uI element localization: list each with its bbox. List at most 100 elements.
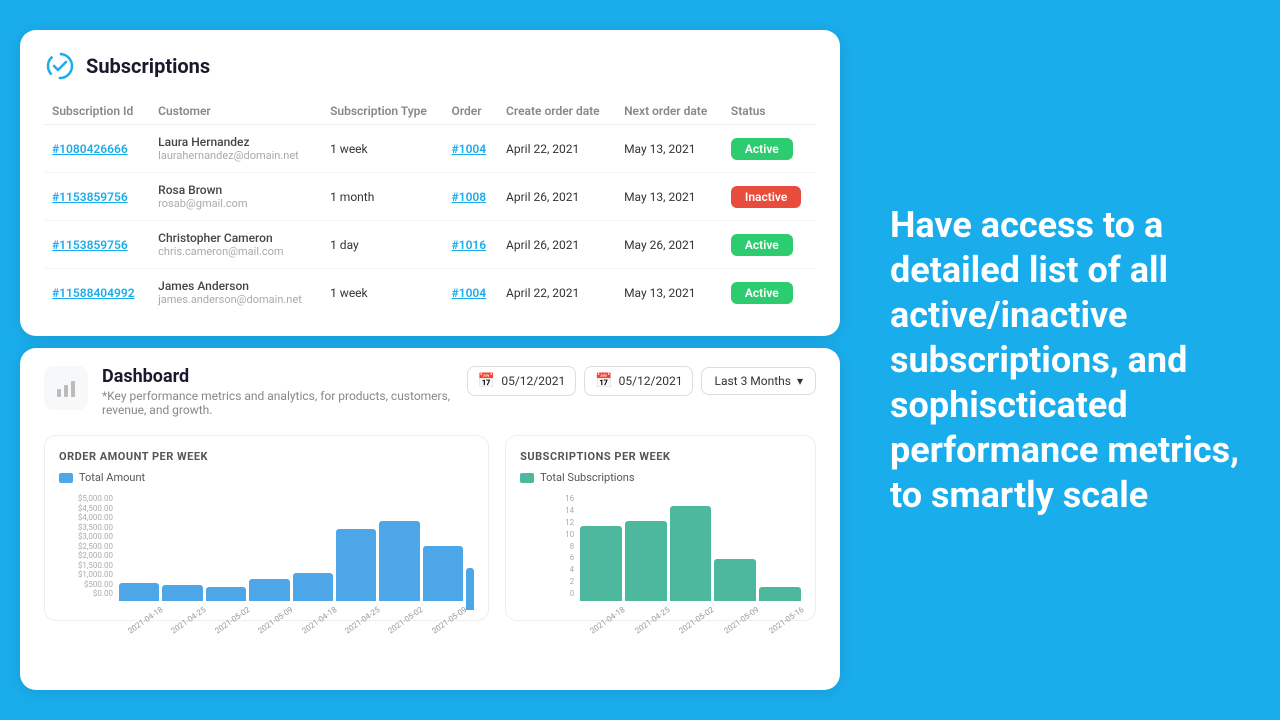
order-legend-label: Total Amount [79,471,145,484]
bar [379,521,419,601]
range-selector[interactable]: Last 3 Months ▾ [701,367,816,395]
bar-group: 2021-04-18 [580,526,622,614]
sub-type: 1 week [322,269,443,317]
bar-group: 2021-05-09 [714,559,756,614]
order-chart-area: $5,000.00$4,500.00$4,000.00$3,500.00$3,0… [59,494,474,614]
next-date: May 13, 2021 [616,125,723,173]
bar-label: 2021-05-09 [430,605,468,636]
bar [714,559,756,601]
bar-chart-icon [54,376,78,400]
sub-id[interactable]: #11588404992 [44,269,150,317]
bar-group: 2021-04-25 [336,529,376,614]
sub-id[interactable]: #1153859756 [44,173,150,221]
page-title: Subscriptions [86,54,210,78]
col-order: Order [444,98,498,125]
customer-cell: Laura Hernandez laurahernandez@domain.ne… [150,125,322,173]
subscriptions-icon [44,50,76,82]
bar-group [466,568,474,614]
y-axis-label: $2,500.00 [59,542,117,551]
promo-text: Have access to a detailed list of all ac… [890,203,1250,518]
bar-group: 2021-05-16 [759,587,801,614]
sub-type: 1 week [322,125,443,173]
col-subscription-type: Subscription Type [322,98,443,125]
subscriptions-chart: SUBSCRIPTIONS PER WEEK Total Subscriptio… [505,435,816,621]
subs-chart-area: 1614121086420 2021-04-18 2021-04-25 2021… [520,494,801,614]
y-axis-label: 10 [520,530,578,539]
y-axis-label: 14 [520,506,578,515]
y-axis-label: $4,000.00 [59,513,117,522]
status-badge: Active [723,221,816,269]
order-link[interactable]: #1016 [444,221,498,269]
y-axis-label: 4 [520,565,578,574]
subs-chart-title: SUBSCRIPTIONS PER WEEK [520,450,801,463]
order-link[interactable]: #1004 [444,269,498,317]
order-link[interactable]: #1004 [444,125,498,173]
bar-group: 2021-05-02 [206,587,246,614]
y-axis-label: $1,500.00 [59,561,117,570]
customer-cell: James Anderson james.anderson@domain.net [150,269,322,317]
customer-cell: Christopher Cameron chris.cameron@mail.c… [150,221,322,269]
bar-label: 2021-04-18 [300,605,338,636]
bar-label: 2021-04-18 [126,605,164,636]
right-panel: Have access to a detailed list of all ac… [860,10,1280,710]
calendar-icon-to: 📅 [595,373,612,389]
order-amount-chart: ORDER AMOUNT PER WEEK Total Amount $5,00… [44,435,489,621]
subscriptions-card: Subscriptions Subscription Id Customer S… [20,30,840,336]
status-badge: Active [723,269,816,317]
next-date: May 13, 2021 [616,173,723,221]
y-axis-label: 0 [520,589,578,598]
bar [625,521,667,601]
sub-id[interactable]: #1080426666 [44,125,150,173]
bar-group: 2021-05-02 [670,506,712,614]
status-badge: Inactive [723,173,816,221]
charts-row: ORDER AMOUNT PER WEEK Total Amount $5,00… [44,435,816,621]
col-subscription-id: Subscription Id [44,98,150,125]
y-axis-label: $3,500.00 [59,523,117,532]
date-to-value: 05/12/2021 [619,374,683,388]
bar-group: 2021-05-09 [423,546,463,614]
dashboard-text: Dashboard *Key performance metrics and a… [102,366,453,417]
bar [206,587,246,601]
bar-label: 2021-05-02 [678,605,716,636]
bar-group: 2021-04-18 [293,573,333,614]
subs-y-axis: 1614121086420 [520,494,578,598]
bar-label: 2021-05-02 [213,605,251,636]
sub-id[interactable]: #1153859756 [44,221,150,269]
bar-label: 2021-05-16 [767,605,805,636]
date-from-picker[interactable]: 📅 05/12/2021 [467,366,576,396]
sub-type: 1 day [322,221,443,269]
y-axis-label: $500.00 [59,580,117,589]
y-axis-label: $5,000.00 [59,494,117,503]
create-date: April 26, 2021 [498,173,616,221]
bar [466,568,474,610]
subs-legend-dot [520,473,534,483]
date-from-value: 05/12/2021 [501,374,565,388]
chevron-down-icon: ▾ [797,374,803,388]
table-row: #1153859756 Christopher Cameron chris.ca… [44,221,816,269]
dashboard-controls: 📅 05/12/2021 📅 05/12/2021 Last 3 Months … [467,366,816,396]
col-status: Status [723,98,816,125]
dashboard-header: Dashboard *Key performance metrics and a… [44,366,816,417]
table-row: #1153859756 Rosa Brown rosab@gmail.com 1… [44,173,816,221]
bar [119,583,159,601]
customer-cell: Rosa Brown rosab@gmail.com [150,173,322,221]
bar [759,587,801,601]
y-axis-label: 8 [520,542,578,551]
y-axis-label: $2,000.00 [59,551,117,560]
subs-chart-legend: Total Subscriptions [520,471,801,484]
y-axis-label: 6 [520,553,578,562]
col-customer: Customer [150,98,322,125]
order-y-axis: $5,000.00$4,500.00$4,000.00$3,500.00$3,0… [59,494,117,598]
bar [293,573,333,601]
date-to-picker[interactable]: 📅 05/12/2021 [584,366,693,396]
y-axis-label: $0.00 [59,589,117,598]
col-next-date: Next order date [616,98,723,125]
table-row: #11588404992 James Anderson james.anders… [44,269,816,317]
order-link[interactable]: #1008 [444,173,498,221]
create-date: April 22, 2021 [498,269,616,317]
col-create-date: Create order date [498,98,616,125]
order-legend-dot [59,473,73,483]
create-date: April 22, 2021 [498,125,616,173]
order-bars: 2021-04-18 2021-04-25 2021-05-02 2021-05… [59,494,474,614]
bar-group: 2021-05-02 [379,521,419,614]
